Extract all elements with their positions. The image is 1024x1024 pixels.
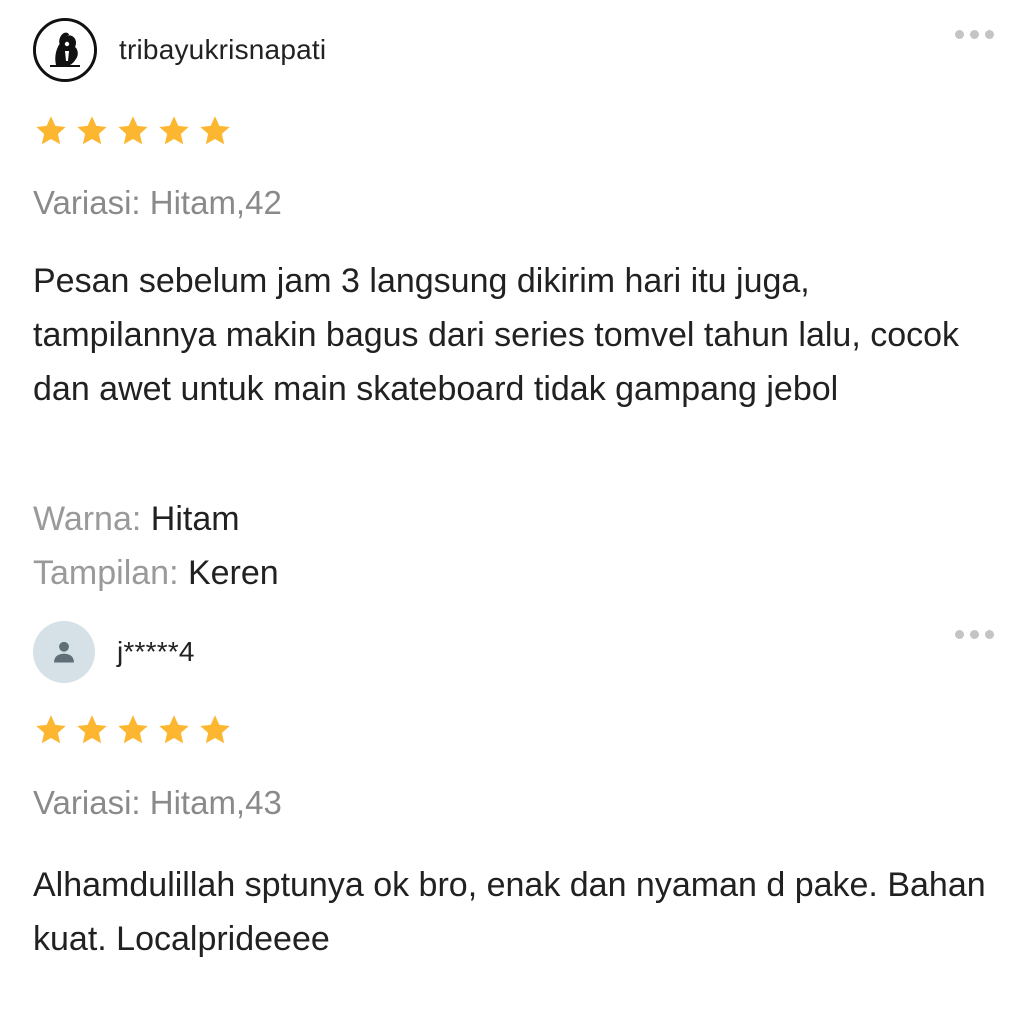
more-options-button[interactable] [955, 630, 994, 639]
attribute-tampilan: Tampilan: Keren [33, 546, 279, 600]
user-avatar[interactable] [33, 18, 97, 82]
star-icon [33, 113, 69, 149]
star-icon [115, 712, 151, 748]
attribute-label: Tampilan: [33, 554, 179, 592]
more-dot [970, 630, 979, 639]
star-icon [156, 712, 192, 748]
username[interactable]: tribayukrisnapati [119, 34, 326, 66]
username[interactable]: j*****4 [117, 636, 195, 668]
star-icon [156, 113, 192, 149]
star-icon [197, 712, 233, 748]
more-options-button[interactable] [955, 30, 994, 39]
review-comment: Pesan sebelum jam 3 langsung dikirim har… [33, 262, 960, 408]
attribute-value: Hitam [150, 500, 240, 538]
attribute-value: Keren [187, 554, 279, 592]
star-icon [115, 113, 151, 149]
star-rating [33, 712, 233, 748]
variation-label: Variasi: Hitam,42 [33, 184, 282, 221]
star-icon [74, 113, 110, 149]
variation-label: Variasi: Hitam,43 [33, 784, 282, 821]
review-header: tribayukrisnapati [33, 18, 326, 82]
star-icon [33, 712, 69, 748]
attribute-warna: Warna: Hitam [33, 492, 240, 546]
more-dot [985, 630, 994, 639]
star-icon [197, 113, 233, 149]
review-comment: Alhamdulillah sptunya ok bro, enak dan n… [33, 866, 986, 958]
more-dots-icon [955, 630, 964, 639]
more-dot [985, 30, 994, 39]
default-user-icon [54, 641, 74, 663]
user-avatar[interactable] [33, 621, 95, 683]
review-header: j*****4 [33, 620, 195, 684]
more-dot [970, 30, 979, 39]
attribute-label: Warna: [33, 500, 142, 538]
star-rating [33, 113, 233, 149]
more-dots-icon [955, 30, 964, 39]
star-icon [74, 712, 110, 748]
custom-photo-icon [36, 21, 94, 79]
